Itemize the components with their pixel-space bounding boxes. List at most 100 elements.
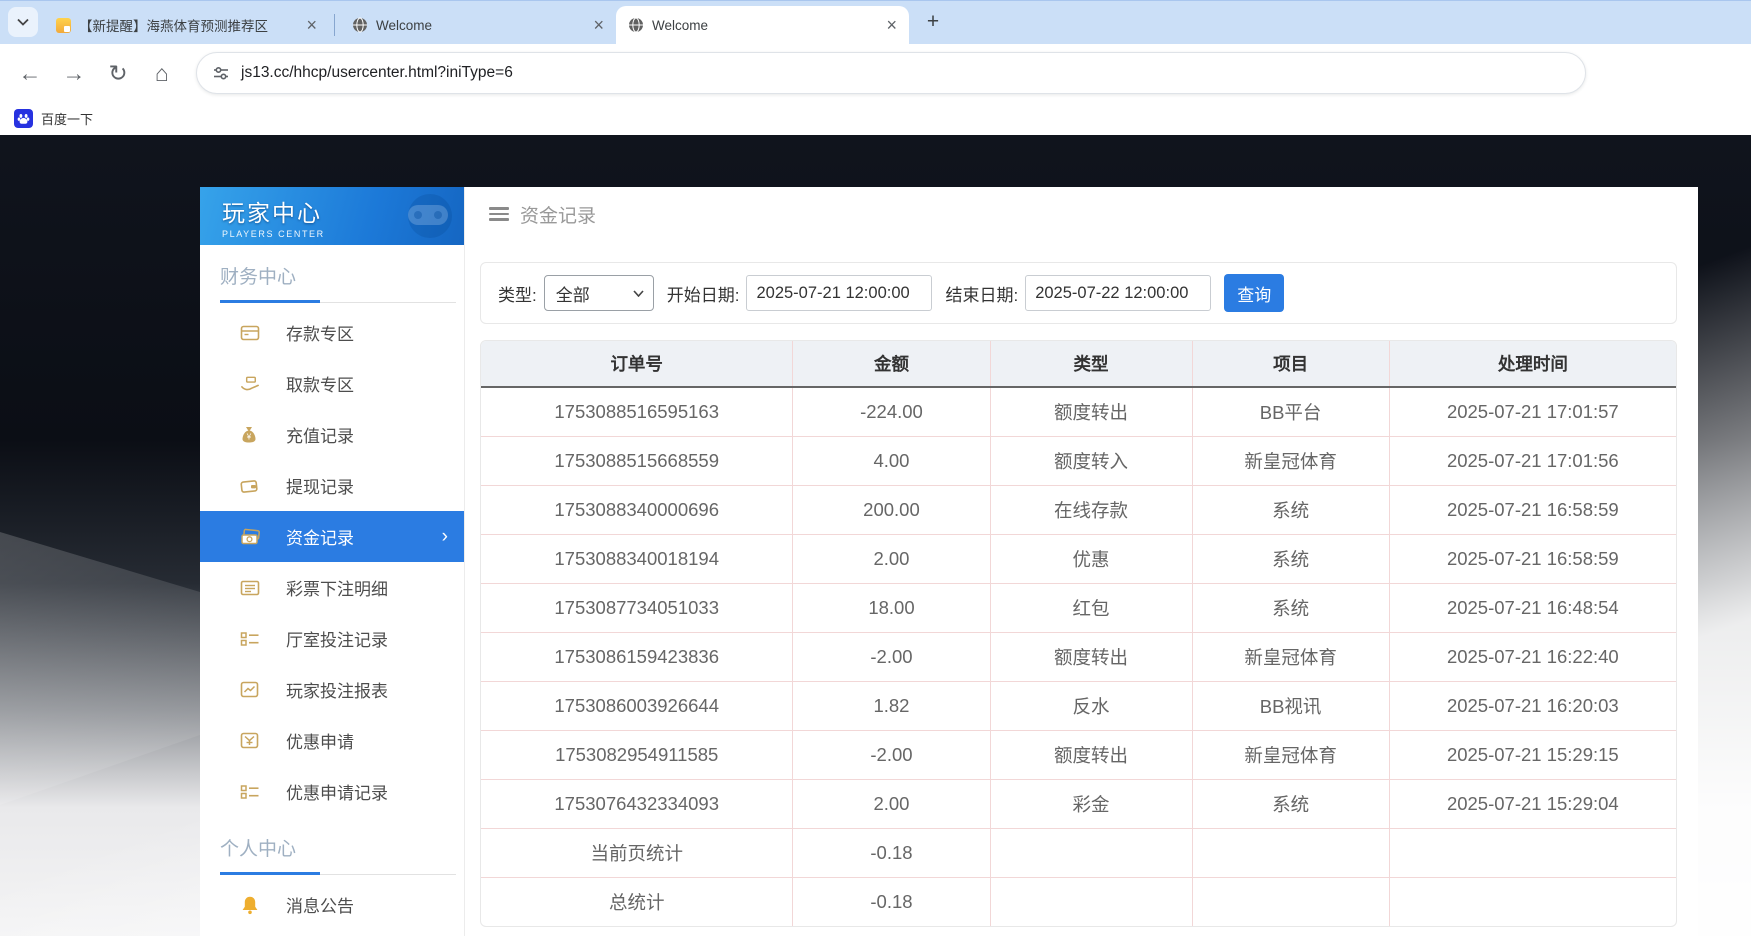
- bookmarks-bar: 百度一下: [0, 102, 1751, 135]
- sidebar-item-promo-apply-records[interactable]: 优惠申请记录›: [200, 766, 464, 817]
- address-bar[interactable]: js13.cc/hhcp/usercenter.html?iniType=6: [196, 52, 1586, 94]
- time-cell: 2025-07-21 15:29:04: [1389, 779, 1676, 828]
- sidebar-item-lottery-bet-details[interactable]: 彩票下注明细›: [200, 562, 464, 613]
- reload-icon[interactable]: ↻: [100, 55, 136, 91]
- end-date-label: 结束日期:: [945, 281, 1018, 306]
- amount-cell: -2.00: [793, 730, 990, 779]
- deposit-card-icon: [240, 323, 261, 343]
- bookmark-baidu[interactable]: 百度一下: [14, 109, 93, 128]
- filter-bar: 类型: 全部 开始日期: 结束日期: 查询: [480, 262, 1677, 324]
- type-cell: 额度转入: [990, 436, 1192, 485]
- order-number-cell: 1753086003926644: [481, 681, 793, 730]
- amount-cell: 18.00: [793, 583, 990, 632]
- svg-text:¥: ¥: [246, 433, 252, 442]
- end-date-input[interactable]: [1025, 275, 1211, 311]
- start-date-input[interactable]: [746, 275, 932, 311]
- time-cell: 2025-07-21 17:01:56: [1389, 436, 1676, 485]
- type-cell: 在线存款: [990, 485, 1192, 534]
- globe-favicon-icon: [628, 17, 644, 33]
- order-number-cell: 1753076432334093: [481, 779, 793, 828]
- type-select[interactable]: 全部: [544, 275, 654, 311]
- stats-row: 总统计-0.18: [481, 877, 1676, 926]
- type-cell: 额度转出: [990, 387, 1192, 436]
- sidebar-item-messages[interactable]: 消息公告›: [200, 879, 464, 930]
- query-button[interactable]: 查询: [1224, 274, 1284, 312]
- sidebar-item-deposit-zone[interactable]: 存款专区›: [200, 307, 464, 358]
- sidebar-item-label: 优惠申请: [286, 728, 354, 753]
- time-cell: 2025-07-21 15:29:15: [1389, 730, 1676, 779]
- tab-welcome-active[interactable]: Welcome ×: [616, 6, 909, 44]
- time-cell: 2025-07-21 16:58:59: [1389, 534, 1676, 583]
- forward-icon[interactable]: →: [56, 55, 92, 91]
- gamepad-icon: [378, 191, 456, 241]
- hamburger-icon[interactable]: [489, 207, 509, 221]
- site-settings-icon: [211, 63, 231, 83]
- type-cell: [990, 828, 1192, 877]
- project-cell: 新皇冠体育: [1192, 436, 1389, 485]
- table-header-row: 订单号金额类型项目处理时间: [481, 341, 1676, 387]
- table-row: 1753082954911585-2.00额度转出新皇冠体育2025-07-21…: [481, 730, 1676, 779]
- amount-cell: 1.82: [793, 681, 990, 730]
- report-chart-icon: [240, 680, 261, 700]
- chevron-down-icon: [17, 18, 29, 26]
- section-underline: [220, 300, 456, 303]
- order-number-cell: 1753082954911585: [481, 730, 793, 779]
- col-header-order-number: 订单号: [481, 341, 793, 387]
- amount-cell: -224.00: [793, 387, 990, 436]
- sidebar-item-hall-bet-records[interactable]: 厅室投注记录›: [200, 613, 464, 664]
- bell-icon: [240, 895, 261, 915]
- sidebar-item-withdraw-zone[interactable]: 取款专区›: [200, 358, 464, 409]
- stats-row: 当前页统计-0.18: [481, 828, 1676, 877]
- time-cell: [1389, 828, 1676, 877]
- col-header-type: 类型: [990, 341, 1192, 387]
- table-row: 17530764323340932.00彩金系统2025-07-21 15:29…: [481, 779, 1676, 828]
- project-cell: 新皇冠体育: [1192, 632, 1389, 681]
- project-cell: 新皇冠体育: [1192, 730, 1389, 779]
- banknotes-icon: [240, 527, 261, 547]
- time-cell: [1389, 877, 1676, 926]
- tab-close-icon[interactable]: ×: [884, 16, 899, 34]
- tab-welcome-1[interactable]: Welcome ×: [340, 6, 616, 44]
- project-cell: [1192, 828, 1389, 877]
- col-header-amount: 金额: [793, 341, 990, 387]
- amount-cell: -0.18: [793, 877, 990, 926]
- tab-search-button[interactable]: [8, 7, 38, 37]
- time-cell: 2025-07-21 16:22:40: [1389, 632, 1676, 681]
- tab-close-icon[interactable]: ×: [304, 16, 319, 34]
- tab-notification[interactable]: 【新提醒】海燕体育预测推荐区 ×: [44, 6, 329, 44]
- home-icon[interactable]: ⌂: [144, 55, 180, 91]
- table-row: 1753086159423836-2.00额度转出新皇冠体育2025-07-21…: [481, 632, 1676, 681]
- tab-close-icon[interactable]: ×: [591, 16, 606, 34]
- order-number-cell: 1753086159423836: [481, 632, 793, 681]
- sidebar-item-funds-records[interactable]: 资金记录›: [200, 511, 464, 562]
- back-icon[interactable]: ←: [12, 55, 48, 91]
- sidebar-menu: 财务中心存款专区›取款专区›¥充值记录›提现记录›资金记录›彩票下注明细›厅室投…: [200, 245, 464, 930]
- col-header-time: 处理时间: [1389, 341, 1676, 387]
- project-cell: 系统: [1192, 583, 1389, 632]
- table-row: 1753088340000696200.00在线存款系统2025-07-21 1…: [481, 485, 1676, 534]
- type-label: 类型:: [498, 281, 537, 306]
- section-label: 财务中心: [200, 245, 464, 289]
- amount-cell: -2.00: [793, 632, 990, 681]
- page-title: 资金记录: [520, 201, 596, 228]
- wallet-icon: [240, 476, 261, 496]
- withdraw-hand-icon: [240, 374, 261, 394]
- list-icon: [240, 578, 261, 598]
- type-cell: 彩金: [990, 779, 1192, 828]
- section-underline: [220, 872, 456, 875]
- sidebar-item-label: 消息公告: [286, 892, 354, 917]
- content-panel: 玩家中心 PLAYERS CENTER 财务中心存款专区›取款专区›¥充值记录›…: [200, 187, 1698, 936]
- new-tab-button[interactable]: +: [919, 8, 947, 36]
- type-cell: [990, 877, 1192, 926]
- tab-title: 【新提醒】海燕体育预测推荐区: [79, 15, 296, 35]
- sidebar-item-promo-apply[interactable]: 优惠申请›: [200, 715, 464, 766]
- sidebar-item-withdrawal-records[interactable]: 提现记录›: [200, 460, 464, 511]
- sidebar-item-recharge-records[interactable]: ¥充值记录›: [200, 409, 464, 460]
- order-number-cell: 1753088340018194: [481, 534, 793, 583]
- order-number-cell: 当前页统计: [481, 828, 793, 877]
- sidebar-item-label: 提现记录: [286, 473, 354, 498]
- document-favicon-icon: [56, 18, 71, 33]
- chevron-right-icon: ›: [442, 526, 448, 548]
- sidebar-item-player-bet-report[interactable]: 玩家投注报表›: [200, 664, 464, 715]
- baidu-paw-icon: [14, 109, 33, 128]
